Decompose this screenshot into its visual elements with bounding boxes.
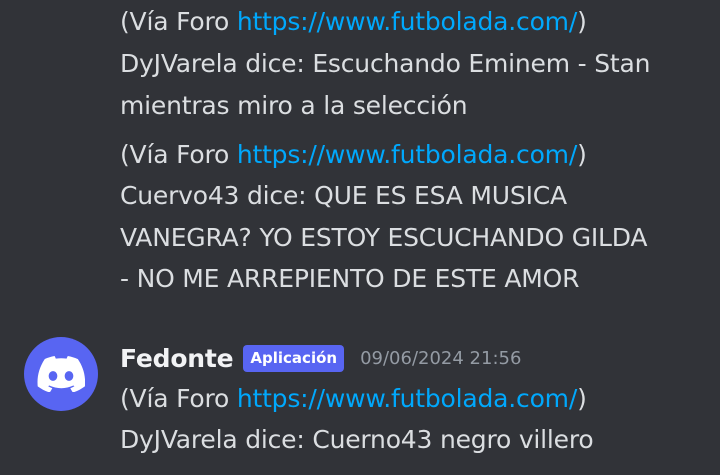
timestamp[interactable]: 09/06/2024 21:56 [360,348,521,369]
app-badge: Aplicación [243,344,345,372]
forum-link[interactable]: https://www.futbolada.com/ [237,384,577,413]
avatar[interactable] [24,337,98,411]
discord-logo-icon [37,356,85,392]
message-2-text-line: Cuervo43 dice: QUE ES ESA MUSICA [120,181,567,210]
forum-link[interactable]: https://www.futbolada.com/ [237,140,577,169]
source-prefix: (Vía Foro [120,7,237,36]
source-suffix: ) [577,7,587,36]
author-name[interactable]: Fedonte [120,344,234,373]
message-2-text-line: VANEGRA? YO ESTOY ESCUCHANDO GILDA [120,223,648,252]
source-suffix: ) [577,140,587,169]
source-suffix: ) [577,384,587,413]
message-1-text-line: mientras miro a la selección [120,91,468,120]
message-2-source-line: (Vía Foro https://www.futbolada.com/) [120,137,587,173]
message-header: Fedonte Aplicación 09/06/2024 21:56 [120,340,521,376]
source-prefix: (Vía Foro [120,384,237,413]
message-3-text-line: DyJVarela dice: Cuerno43 negro villero [120,425,594,454]
message-3-source-line: (Vía Foro https://www.futbolada.com/) [120,381,587,417]
forum-link[interactable]: https://www.futbolada.com/ [237,7,577,36]
message-1-source-line: (Vía Foro https://www.futbolada.com/) [120,4,587,40]
message-2-text-line: - NO ME ARREPIENTO DE ESTE AMOR [120,264,580,293]
source-prefix: (Vía Foro [120,140,237,169]
message-1-text-line: DyJVarela dice: Escuchando Eminem - Stan [120,49,651,78]
